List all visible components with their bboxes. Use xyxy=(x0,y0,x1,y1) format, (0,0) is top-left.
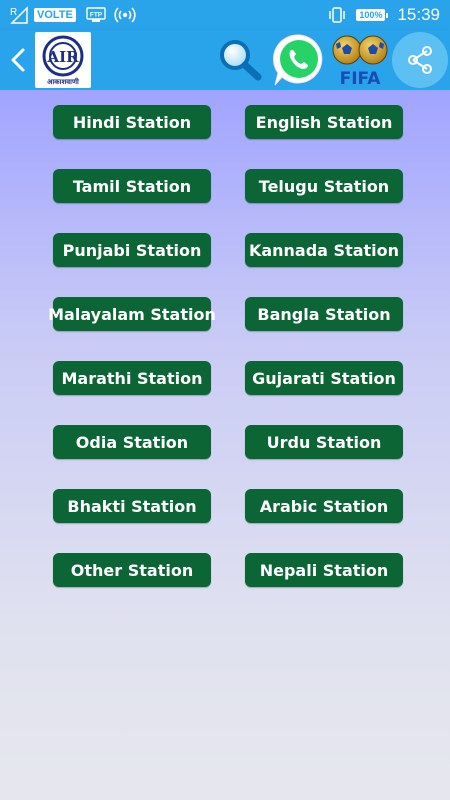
odia-station-button[interactable]: Odia Station xyxy=(53,425,211,459)
battery-indicator: 100% xyxy=(356,9,389,21)
malayalam-station-button[interactable]: Malayalam Station xyxy=(48,297,216,331)
logo-subtext: आकाशवाणी xyxy=(47,78,79,86)
kannada-station-button[interactable]: Kannada Station xyxy=(245,233,403,267)
station-grid: Hindi Station English Station Tamil Stat… xyxy=(48,105,403,587)
urdu-station-button[interactable]: Urdu Station xyxy=(245,425,403,459)
volte-badge: VOLTE xyxy=(34,8,76,22)
share-icon xyxy=(408,46,432,74)
clock: 15:39 xyxy=(397,5,440,24)
search-icon xyxy=(220,40,262,81)
air-logo: AIR आकाशवाणी xyxy=(35,32,91,88)
status-left: R VOLTE FTP xyxy=(10,6,144,24)
vibrate-icon xyxy=(328,6,346,24)
air-logo-emblem: AIR xyxy=(42,35,84,77)
signal-icon: R xyxy=(10,6,28,24)
logo-text: AIR xyxy=(46,48,79,66)
bangla-station-button[interactable]: Bangla Station xyxy=(245,297,403,331)
whatsapp-button[interactable] xyxy=(270,31,328,89)
hindi-station-button[interactable]: Hindi Station xyxy=(53,105,211,139)
bhakti-station-button[interactable]: Bhakti Station xyxy=(53,489,211,523)
tamil-station-button[interactable]: Tamil Station xyxy=(53,169,211,203)
punjabi-station-button[interactable]: Punjabi Station xyxy=(53,233,211,267)
gujarati-station-button[interactable]: Gujarati Station xyxy=(245,361,403,395)
fifa-button[interactable]: FIFA xyxy=(331,34,389,88)
search-button[interactable] xyxy=(218,38,264,82)
arabic-station-button[interactable]: Arabic Station xyxy=(245,489,403,523)
share-button[interactable] xyxy=(392,32,448,88)
app-bar: AIR आकाशवाणी FIFA xyxy=(0,30,450,90)
station-list-panel: Hindi Station English Station Tamil Stat… xyxy=(0,90,450,800)
fifa-football-icon xyxy=(332,35,388,65)
status-right: 100% 15:39 xyxy=(328,4,440,26)
telugu-station-button[interactable]: Telugu Station xyxy=(245,169,403,203)
marathi-station-button[interactable]: Marathi Station xyxy=(53,361,211,395)
english-station-button[interactable]: English Station xyxy=(245,105,403,139)
fifa-label: FIFA xyxy=(339,69,381,89)
other-station-button[interactable]: Other Station xyxy=(53,553,211,587)
carrier-letter: R xyxy=(10,7,17,18)
ftp-label: FTP xyxy=(90,12,103,19)
status-bar: R VOLTE FTP 100% 15:39 xyxy=(0,0,450,30)
whatsapp-icon xyxy=(272,34,323,86)
back-button[interactable] xyxy=(6,45,30,75)
nepali-station-button[interactable]: Nepali Station xyxy=(245,553,403,587)
hotspot-icon xyxy=(114,6,136,24)
ftp-icon: FTP xyxy=(86,7,106,23)
back-icon xyxy=(11,48,25,72)
